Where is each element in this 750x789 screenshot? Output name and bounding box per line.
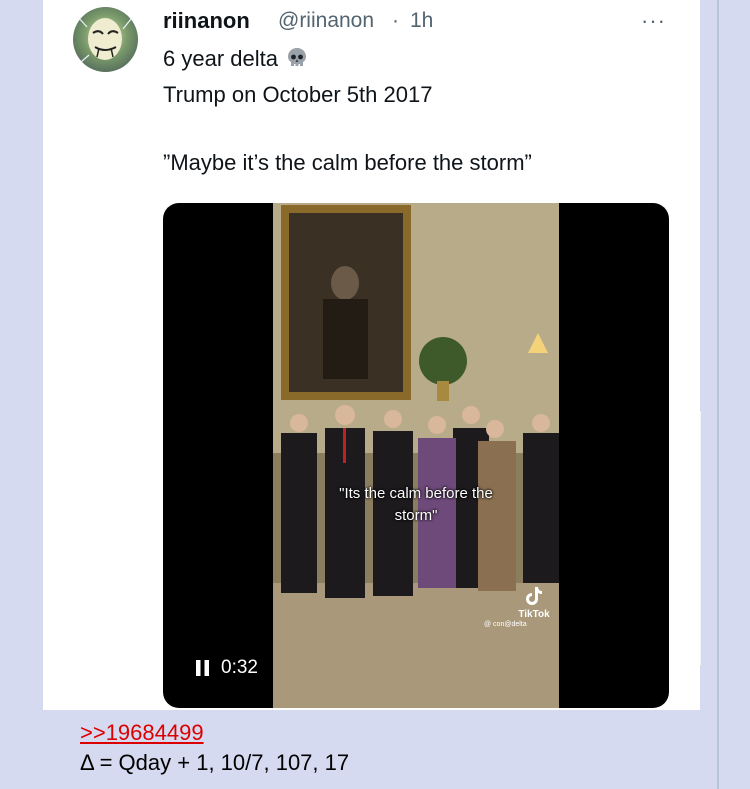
- video-scene: [273, 203, 559, 708]
- video-duration: 0:32: [221, 657, 258, 678]
- panel-border: [717, 0, 719, 789]
- meta-separator: ·: [392, 9, 399, 32]
- tiktok-handle: @ con@delta: [484, 621, 527, 628]
- video-player[interactable]: "Its the calm before the storm" TikTok @…: [163, 203, 669, 708]
- tweet-username[interactable]: riinanon: [163, 8, 250, 34]
- mask-avatar-icon: [77, 16, 132, 63]
- tweet-line-3: ”Maybe it’s the calm before the storm”: [163, 150, 532, 175]
- skull-icon: [286, 47, 308, 75]
- tweet-handle[interactable]: @riinanon: [278, 9, 374, 33]
- post-comment: Δ = Qday + 1, 10/7, 107, 17: [80, 750, 350, 775]
- avatar[interactable]: [73, 7, 138, 72]
- tweet-line-1: 6 year delta: [163, 46, 308, 75]
- caption-line-1: "Its the calm before the: [339, 485, 493, 502]
- tweet-line-2: Trump on October 5th 2017: [163, 82, 433, 107]
- quote-link[interactable]: >>19684499: [80, 720, 204, 746]
- pause-icon[interactable]: [196, 660, 210, 676]
- video-frame: "Its the calm before the storm" TikTok @…: [273, 203, 559, 708]
- caption-line-2: storm": [394, 507, 438, 524]
- tweet-text-1: 6 year delta: [163, 46, 278, 71]
- more-dots-icon[interactable]: ···: [641, 8, 666, 34]
- tiktok-watermark: TikTok: [516, 586, 552, 620]
- tiktok-brand: TikTok: [518, 609, 550, 620]
- tweet-timestamp[interactable]: 1h: [410, 9, 433, 33]
- video-caption: "Its the calm before the storm": [273, 483, 559, 527]
- tiktok-icon: [526, 587, 542, 605]
